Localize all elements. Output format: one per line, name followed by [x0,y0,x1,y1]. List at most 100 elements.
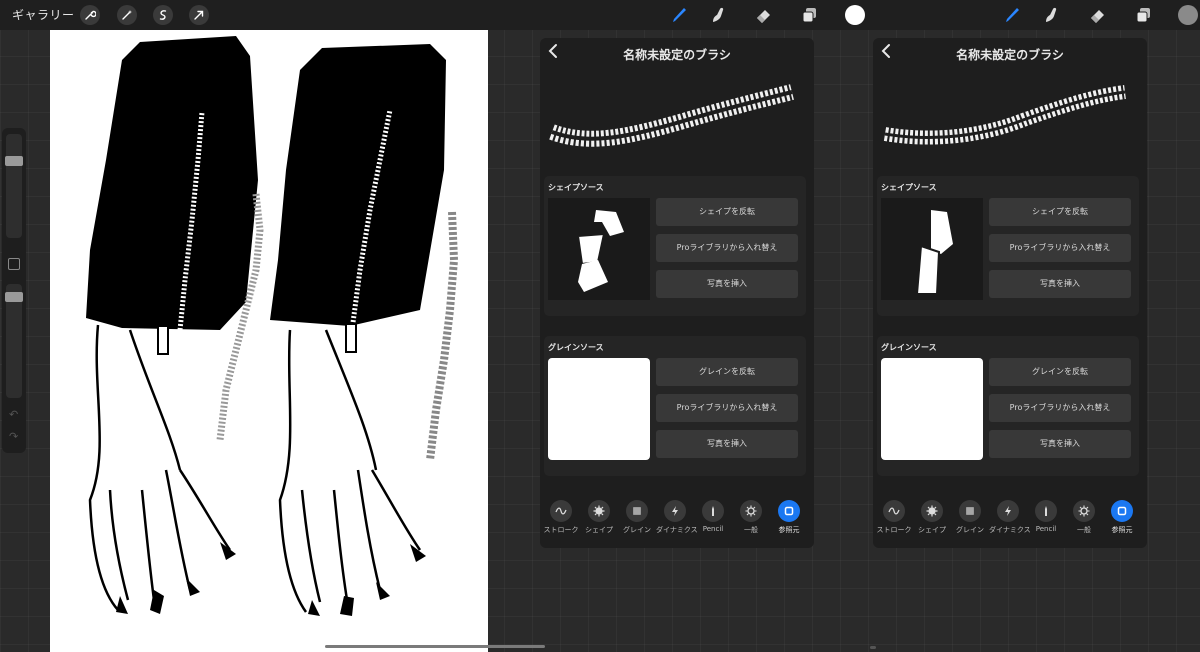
color-swatch[interactable] [1178,5,1198,25]
grain-source-thumbnail[interactable] [881,358,983,460]
brush-size-thumb[interactable] [5,156,23,166]
stroke-wave-icon [888,507,900,515]
shape-source-thumbnail[interactable] [881,198,983,300]
tab-label: ストローク [543,526,579,534]
tab-stroke[interactable]: ストローク [875,500,913,535]
lightning-icon [1005,506,1011,516]
tab-general[interactable]: 一般 [1065,500,1103,535]
redo-icon[interactable]: ↷ [9,430,18,443]
tab-dynamics[interactable]: ダイナミクス [656,500,698,535]
shape-gear-icon [593,505,605,517]
shape-gear-icon [926,505,938,517]
brush-icon[interactable] [668,4,690,26]
insert-photo-button[interactable]: 写真を挿入 [989,430,1131,458]
brush-settings-tabs: ストローク シェイプ グレイン ダイナミクス Pencil 一般 参照元 [873,500,1147,540]
section-title: グレインソース [548,343,604,352]
grain-texture-icon [633,507,641,515]
tab-label: ストローク [876,526,912,534]
magic-wand-icon[interactable] [117,5,137,25]
tab-general[interactable]: 一般 [732,500,770,535]
stroke-wave-icon [555,507,567,515]
brush-icon[interactable] [1001,4,1023,26]
brush-settings-tabs: ストローク シェイプ グレイン ダイナミクス Pencil 一般 参照元 [540,500,814,540]
stroke-preview [873,74,1147,172]
tab-pencil[interactable]: Pencil [1027,500,1065,533]
tab-dynamics[interactable]: ダイナミクス [989,500,1031,535]
pencil-icon [712,506,714,516]
smudge-icon[interactable] [707,4,729,26]
tab-stroke[interactable]: ストローク [542,500,580,535]
tab-label: 参照元 [778,526,800,534]
tab-grain[interactable]: グレイン [951,500,989,535]
stroke-preview [540,74,814,172]
undo-icon[interactable]: ↶ [9,408,18,421]
tab-label: グレイン [623,526,651,534]
tab-source[interactable]: 参照元 [770,500,808,535]
tab-label: ダイナミクス [656,526,698,534]
insert-photo-button[interactable]: 写真を挿入 [656,430,798,458]
flip-shape-button[interactable]: シェイプを反転 [989,198,1131,226]
source-square-icon [1117,506,1127,516]
section-title: シェイプソース [548,183,604,192]
tab-shape[interactable]: シェイプ [913,500,951,535]
pencil-icon [1045,506,1047,516]
tab-label: Pencil [1035,525,1057,533]
smudge-icon[interactable] [1040,4,1062,26]
panel-title: 名称未設定のブラシ [956,48,1064,62]
selection-icon[interactable] [153,5,173,25]
swap-from-pro-library-button[interactable]: Proライブラリから入れ替え [989,234,1131,262]
lightning-icon [672,506,678,516]
section-title: シェイプソース [881,183,937,192]
tab-label: ダイナミクス [989,526,1031,534]
eraser-icon[interactable] [1087,4,1109,26]
artwork [86,36,459,616]
insert-photo-button[interactable]: 写真を挿入 [989,270,1131,298]
tab-label: シェイプ [585,526,613,534]
tab-grain[interactable]: グレイン [618,500,656,535]
layers-icon[interactable] [1133,4,1155,26]
eraser-icon[interactable] [753,4,775,26]
modify-button[interactable] [8,258,20,270]
transform-arrow-icon[interactable] [189,5,209,25]
page-indicator-dot [870,646,876,649]
color-swatch[interactable] [845,5,865,25]
grain-source-thumbnail[interactable] [548,358,650,460]
panel-title: 名称未設定のブラシ [623,48,731,62]
brush-studio-panel: 名称未設定のブラシ シェイプソース シェイプを反転 Proライブラリから入れ替え… [540,38,814,548]
drawing-canvas[interactable] [50,30,488,652]
grain-texture-icon [966,507,974,515]
flip-grain-button[interactable]: グレインを反転 [989,358,1131,386]
tab-label: 参照元 [1111,526,1133,534]
tab-source[interactable]: 参照元 [1103,500,1141,535]
tab-shape[interactable]: シェイプ [580,500,618,535]
opacity-slider[interactable] [5,284,23,398]
section-title: グレインソース [881,343,937,352]
grain-source-section: グレインソース グレインを反転 Proライブラリから入れ替え 写真を挿入 [544,336,806,476]
shape-source-section: シェイプソース シェイプを反転 Proライブラリから入れ替え 写真を挿入 [544,176,806,316]
insert-photo-button[interactable]: 写真を挿入 [656,270,798,298]
grain-source-section: グレインソース グレインを反転 Proライブラリから入れ替え 写真を挿入 [877,336,1139,476]
brush-size-slider[interactable] [5,134,23,238]
tab-label: グレイン [956,526,984,534]
wrench-icon[interactable] [80,5,100,25]
shape-source-section: シェイプソース シェイプを反転 Proライブラリから入れ替え 写真を挿入 [877,176,1139,316]
flip-grain-button[interactable]: グレインを反転 [656,358,798,386]
swap-from-pro-library-button[interactable]: Proライブラリから入れ替え [989,394,1131,422]
canvas-scroll-indicator [325,645,545,648]
layers-icon[interactable] [799,4,821,26]
tab-label: シェイプ [918,526,946,534]
opacity-thumb[interactable] [5,292,23,302]
settings-gear-icon [1078,505,1090,517]
tab-pencil[interactable]: Pencil [694,500,732,533]
swap-from-pro-library-button[interactable]: Proライブラリから入れ替え [656,394,798,422]
top-toolbar: ギャラリー [0,0,1200,30]
flip-shape-button[interactable]: シェイプを反転 [656,198,798,226]
sidebar: ↶ ↷ [2,128,26,453]
shape-source-thumbnail[interactable] [548,198,650,300]
tab-label: Pencil [702,525,724,533]
tab-label: 一般 [1077,526,1091,534]
settings-gear-icon [745,505,757,517]
source-square-icon [784,506,794,516]
gallery-button[interactable]: ギャラリー [12,6,75,23]
swap-from-pro-library-button[interactable]: Proライブラリから入れ替え [656,234,798,262]
